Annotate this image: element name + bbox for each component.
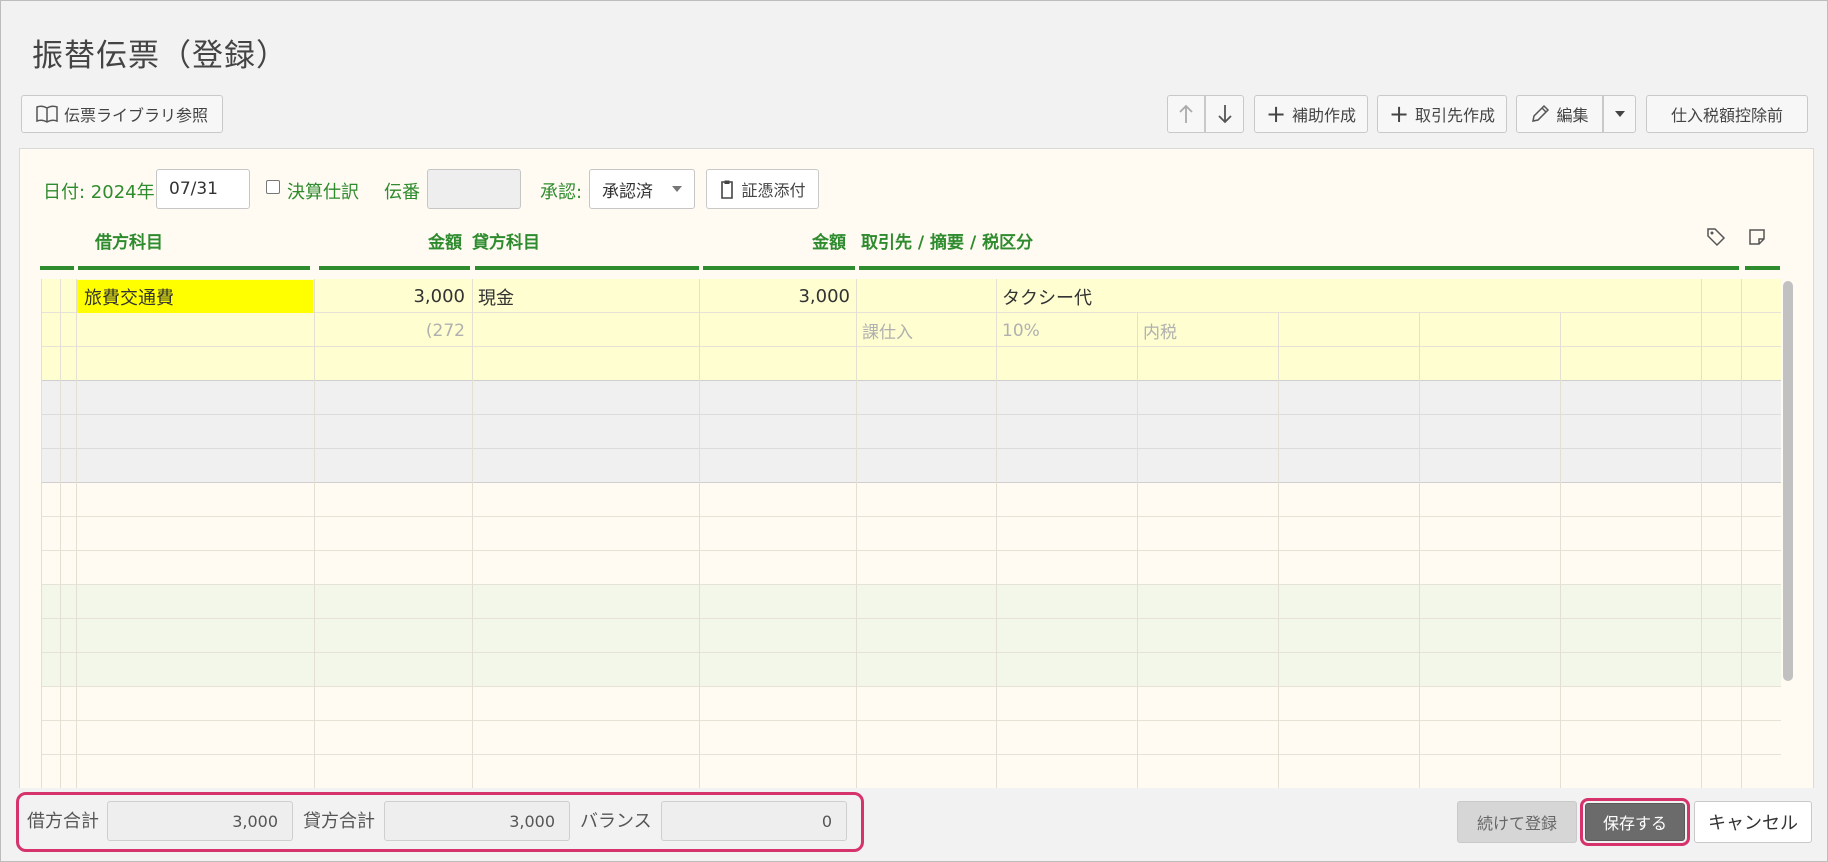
tax-type-cell[interactable]: 内税 bbox=[1138, 314, 1277, 347]
edit-dropdown-button[interactable] bbox=[1603, 95, 1636, 133]
partner-memo-tax-header: 取引先 / 摘要 / 税区分 bbox=[861, 233, 1034, 253]
grid-line bbox=[472, 279, 473, 788]
approval-label: 承認: bbox=[540, 182, 583, 203]
plus-icon: + bbox=[1265, 100, 1287, 128]
grid-line bbox=[699, 279, 700, 788]
cancel-label: キャンセル bbox=[1708, 813, 1798, 834]
debit-total-label: 借方合計 bbox=[27, 811, 99, 832]
book-icon bbox=[36, 105, 58, 123]
balance-field: 0 bbox=[661, 801, 847, 841]
grid-line bbox=[76, 279, 77, 788]
header-underline bbox=[1705, 266, 1739, 270]
table-row[interactable] bbox=[41, 483, 1781, 517]
table-row[interactable] bbox=[41, 415, 1781, 449]
tax-mode-button[interactable]: 仕入税額控除前 bbox=[1646, 95, 1808, 133]
balance-label: バランス bbox=[580, 811, 652, 832]
edit-button[interactable]: 編集 bbox=[1516, 95, 1603, 133]
create-partner-label: 取引先作成 bbox=[1415, 106, 1496, 125]
attach-evidence-label: 証憑添付 bbox=[741, 181, 806, 200]
tag-icon[interactable] bbox=[1706, 227, 1726, 247]
create-partner-button[interactable]: + 取引先作成 bbox=[1377, 95, 1507, 133]
credit-amount-cell[interactable]: 3,000 bbox=[700, 280, 855, 313]
caret-down-icon bbox=[1614, 111, 1625, 117]
table-row[interactable] bbox=[41, 347, 1781, 381]
credit-amount-header: 金額 bbox=[812, 233, 846, 253]
table-row[interactable] bbox=[41, 517, 1781, 551]
grid-line bbox=[1278, 313, 1279, 788]
debit-account-cell[interactable]: 旅費交通費 bbox=[77, 280, 313, 313]
slip-library-button[interactable]: 伝票ライブラリ参照 bbox=[21, 95, 223, 133]
header-underline bbox=[40, 266, 74, 270]
create-sub-account-button[interactable]: + 補助作成 bbox=[1254, 95, 1368, 133]
slip-library-label: 伝票ライブラリ参照 bbox=[63, 106, 208, 125]
table-row[interactable] bbox=[41, 619, 1781, 653]
date-label: 日付: 2024年 bbox=[43, 182, 155, 203]
slip-number-input[interactable] bbox=[427, 169, 521, 209]
approval-select[interactable]: 承認済 bbox=[589, 169, 695, 209]
header-underline bbox=[703, 266, 855, 270]
closing-entry-label: 決算仕訳 bbox=[287, 182, 359, 203]
table-row[interactable] bbox=[41, 721, 1781, 755]
date-input[interactable]: 07/31 bbox=[156, 169, 250, 209]
debit-amount-cell[interactable]: 3,000 bbox=[315, 280, 470, 313]
table-row[interactable] bbox=[41, 551, 1781, 585]
save-button[interactable]: 保存する bbox=[1585, 803, 1685, 841]
credit-total-label: 貸方合計 bbox=[303, 811, 375, 832]
credit-account-cell[interactable]: 現金 bbox=[473, 280, 698, 313]
attach-evidence-button[interactable]: 証憑添付 bbox=[706, 169, 819, 209]
tax-amount-cell: (272 bbox=[425, 320, 465, 341]
table-row[interactable] bbox=[41, 755, 1781, 788]
arrow-down-icon bbox=[1217, 105, 1232, 124]
cancel-button[interactable]: キャンセル bbox=[1694, 801, 1812, 843]
grid-line bbox=[856, 279, 857, 788]
edit-label: 編集 bbox=[1556, 106, 1589, 125]
grid-line bbox=[996, 279, 997, 788]
tax-mode-label: 仕入税額控除前 bbox=[1670, 106, 1783, 125]
header-underline bbox=[475, 266, 699, 270]
grid-line bbox=[1137, 313, 1138, 788]
grid-line bbox=[41, 279, 42, 788]
create-sub-account-label: 補助作成 bbox=[1292, 106, 1357, 125]
arrow-up-icon bbox=[1179, 104, 1193, 123]
header-underline bbox=[78, 266, 310, 270]
pencil-icon bbox=[1532, 104, 1550, 122]
approval-value: 承認済 bbox=[602, 181, 653, 202]
table-row[interactable] bbox=[41, 653, 1781, 687]
register-continue-button[interactable]: 続けて登録 bbox=[1457, 801, 1577, 843]
page-title: 振替伝票（登録） bbox=[32, 38, 288, 74]
debit-amount-header: 金額 bbox=[428, 233, 462, 253]
table-row[interactable] bbox=[41, 585, 1781, 619]
memo-cell[interactable]: タクシー代 bbox=[997, 280, 1697, 313]
grid-line bbox=[1701, 279, 1702, 788]
header-underline bbox=[859, 266, 1717, 270]
grid-line bbox=[1741, 279, 1742, 788]
move-up-button[interactable] bbox=[1167, 95, 1205, 133]
caret-down-icon bbox=[672, 186, 682, 192]
debit-account-header: 借方科目 bbox=[95, 233, 163, 253]
grid-line bbox=[314, 279, 315, 788]
tax-rate-cell[interactable]: 10% bbox=[997, 314, 1136, 347]
grid-line bbox=[60, 279, 61, 788]
table-row[interactable] bbox=[41, 449, 1781, 483]
journal-entry-panel: 日付: 2024年 07/31 決算仕訳 伝番 承認: 承認済 証憑添付 借方科… bbox=[19, 148, 1814, 788]
debit-total-field: 3,000 bbox=[107, 801, 293, 841]
move-down-button[interactable] bbox=[1205, 95, 1244, 133]
grid-line bbox=[1419, 313, 1420, 788]
credit-total-field: 3,000 bbox=[384, 801, 570, 841]
table-row[interactable] bbox=[41, 381, 1781, 415]
grid-line bbox=[1560, 313, 1561, 788]
save-label: 保存する bbox=[1602, 814, 1667, 833]
table-row[interactable] bbox=[41, 687, 1781, 721]
plus-icon: + bbox=[1388, 100, 1410, 128]
register-continue-label: 続けて登録 bbox=[1476, 814, 1557, 833]
slip-number-label: 伝番 bbox=[384, 182, 420, 203]
credit-account-header: 貸方科目 bbox=[472, 233, 540, 253]
header-underline bbox=[1745, 266, 1780, 270]
vertical-scrollbar[interactable] bbox=[1783, 281, 1793, 681]
tax-category-cell[interactable]: 課仕入 bbox=[857, 314, 995, 347]
clipboard-icon bbox=[721, 180, 734, 199]
header-underline bbox=[319, 266, 470, 270]
note-icon[interactable] bbox=[1748, 228, 1766, 246]
closing-entry-checkbox[interactable] bbox=[266, 180, 280, 194]
